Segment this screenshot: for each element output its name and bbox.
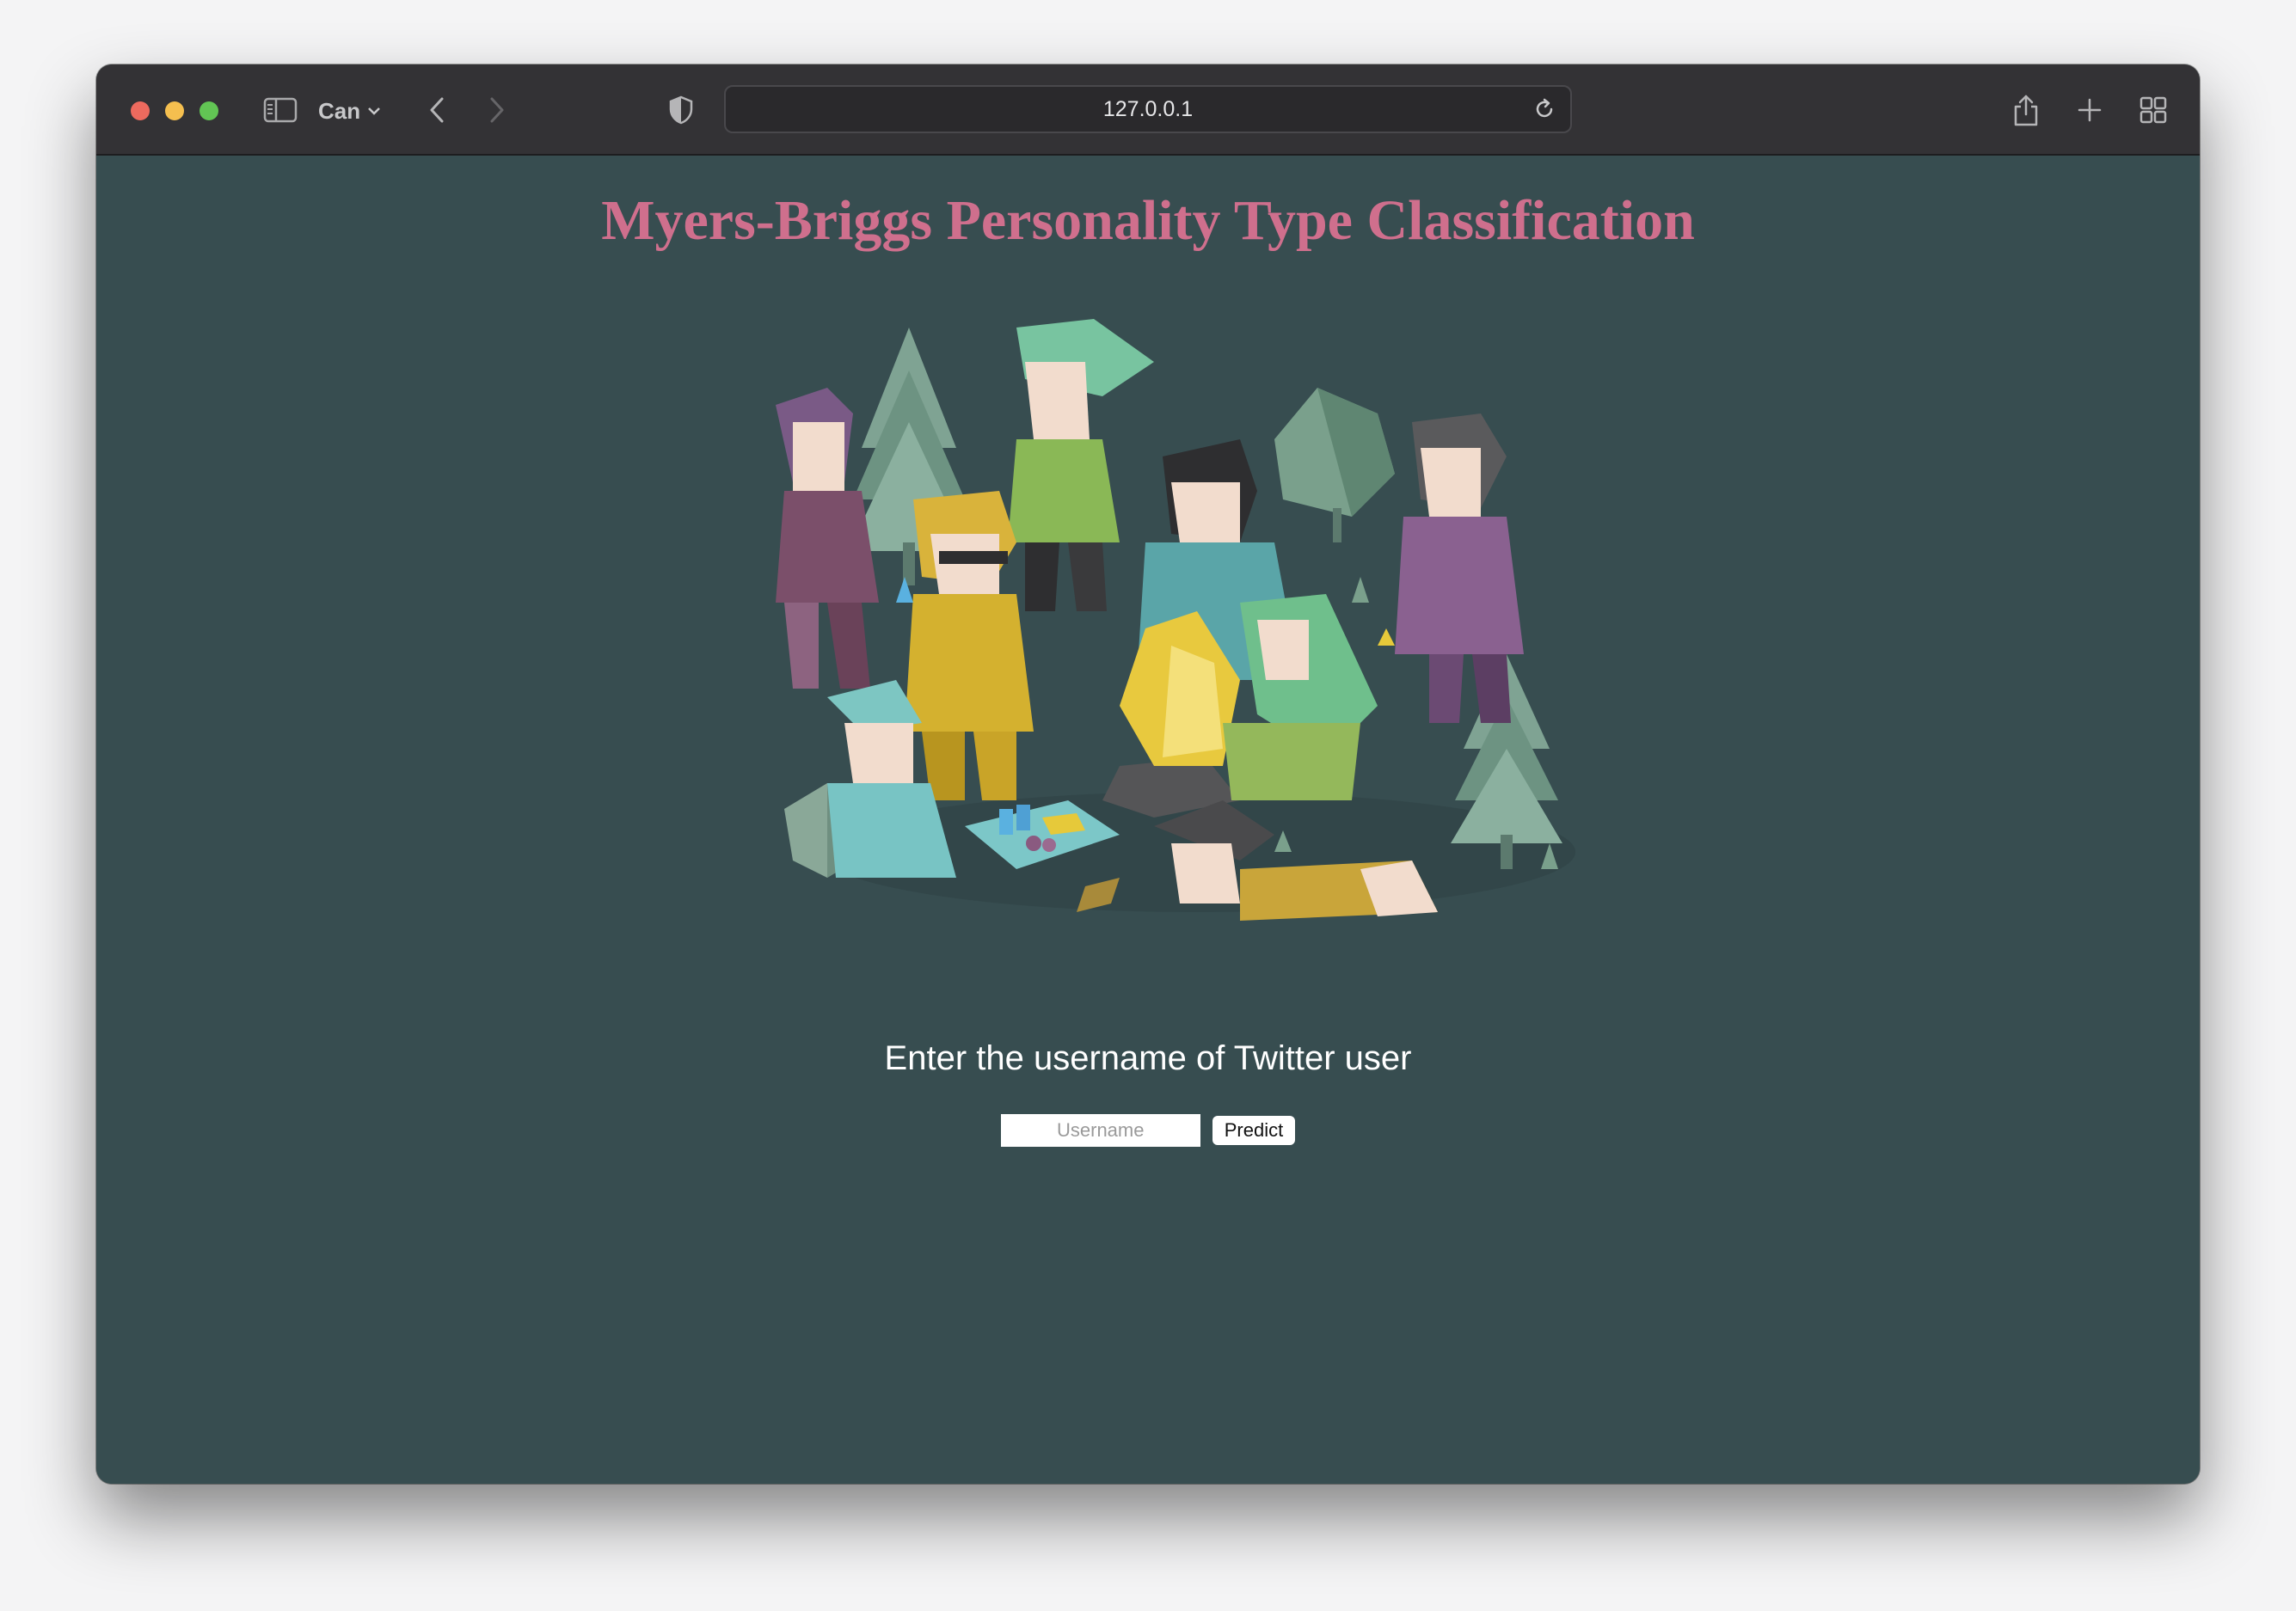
address-bar[interactable]: 127.0.0.1 bbox=[724, 85, 1572, 133]
predict-button[interactable]: Predict bbox=[1212, 1116, 1296, 1145]
new-tab-icon[interactable] bbox=[2072, 89, 2107, 132]
personality-characters-illustration bbox=[758, 319, 1636, 972]
chevron-down-icon bbox=[368, 107, 381, 115]
tab-group-selector[interactable]: Can bbox=[318, 94, 381, 128]
forward-icon[interactable] bbox=[482, 89, 513, 132]
character-yellow-outfit bbox=[905, 491, 1034, 800]
back-icon[interactable] bbox=[421, 89, 452, 132]
shield-icon[interactable] bbox=[664, 89, 698, 132]
character-purple-man bbox=[776, 388, 879, 689]
browser-window: Can 127.0.0.1 Myers-Briggs Personality T… bbox=[96, 64, 2200, 1484]
character-green-cap bbox=[1008, 319, 1154, 611]
sidebar-icon[interactable] bbox=[261, 89, 299, 132]
tab-overview-icon[interactable] bbox=[2134, 89, 2172, 132]
url-text: 127.0.0.1 bbox=[1102, 96, 1194, 121]
browser-toolbar: Can 127.0.0.1 bbox=[96, 64, 2200, 156]
page-title: Myers-Briggs Personality Type Classifica… bbox=[601, 189, 1695, 252]
minimize-window-button[interactable] bbox=[165, 101, 184, 120]
username-input[interactable] bbox=[1000, 1114, 1200, 1147]
predict-form: Predict bbox=[96, 1114, 2200, 1147]
reload-icon[interactable] bbox=[1532, 97, 1556, 126]
character-suit-man bbox=[1395, 413, 1524, 723]
bush-top bbox=[1274, 388, 1395, 542]
share-icon[interactable] bbox=[2007, 89, 2045, 132]
maximize-window-button[interactable] bbox=[200, 101, 218, 120]
username-prompt: Enter the username of Twitter user bbox=[884, 1039, 1412, 1077]
tab-group-label: Can bbox=[318, 97, 361, 124]
character-green-hair bbox=[1223, 594, 1378, 800]
page-content: Myers-Briggs Personality Type Classifica… bbox=[96, 156, 2200, 1484]
close-window-button[interactable] bbox=[131, 101, 150, 120]
